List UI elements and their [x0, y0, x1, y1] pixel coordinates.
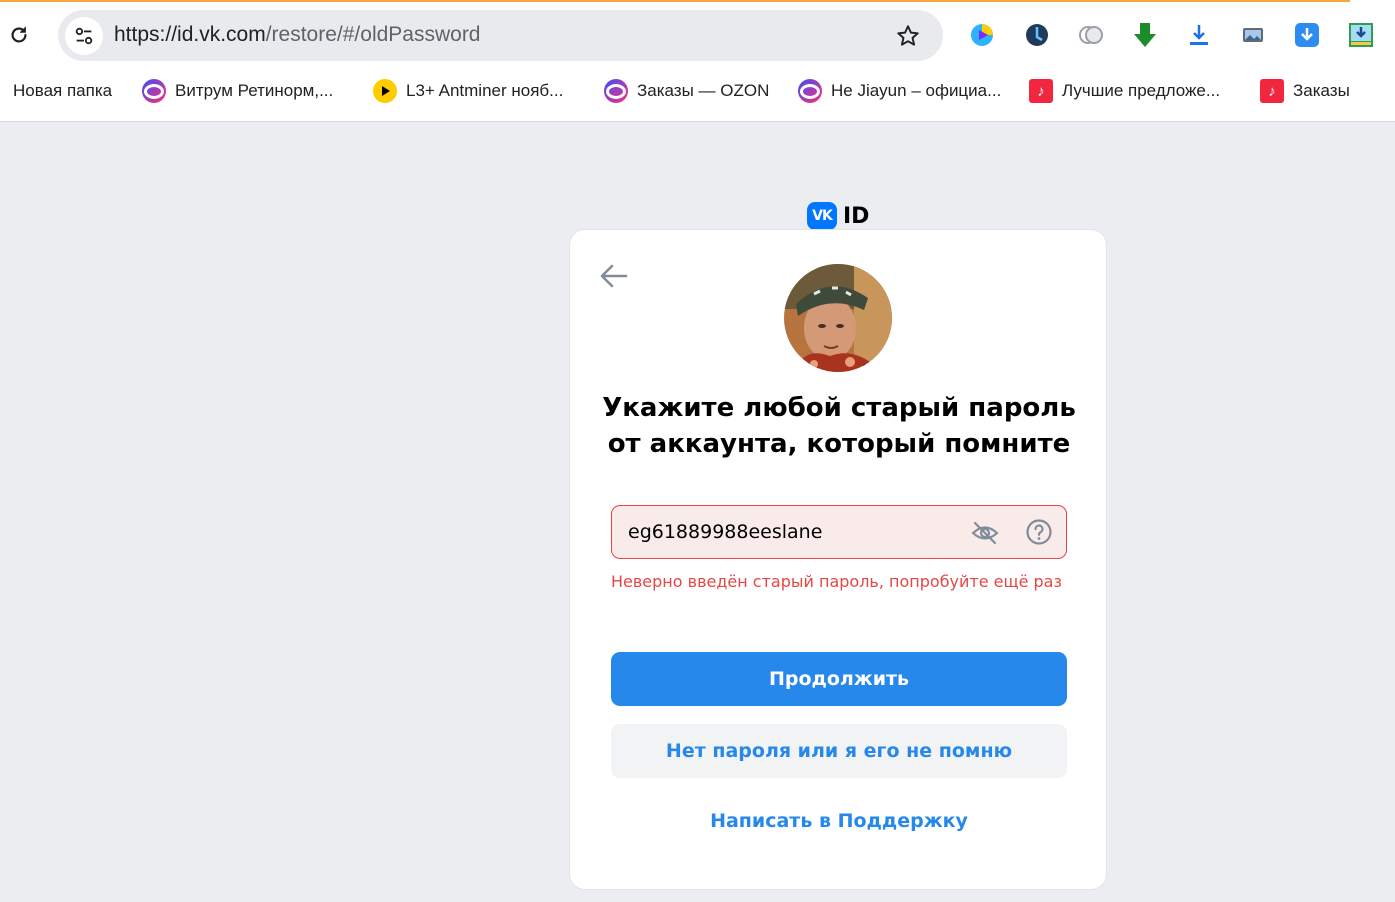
- bookmark-orders[interactable]: ♪ Заказы: [1260, 72, 1350, 110]
- bookmark-jiayun[interactable]: Не Jiayun – официа...: [798, 72, 1001, 110]
- bookmark-ozon-orders[interactable]: Заказы — OZON: [604, 72, 769, 110]
- grey-puzzle-extension-icon[interactable]: [1076, 20, 1106, 50]
- mvideo-icon: ♪: [1260, 79, 1284, 103]
- site-info-icon[interactable]: [65, 17, 103, 55]
- bookmark-antminer[interactable]: L3+ Antminer нояб...: [373, 72, 563, 110]
- bookmark-label: L3+ Antminer нояб...: [406, 81, 564, 100]
- password-value: eg61889988eeslane: [628, 521, 823, 543]
- continue-button[interactable]: Продолжить: [611, 652, 1067, 706]
- back-arrow-icon[interactable]: [596, 258, 632, 294]
- vk-logo-text: ID: [843, 203, 870, 229]
- old-password-input[interactable]: eg61889988eeslane: [611, 505, 1067, 559]
- download-tray-icon[interactable]: [1184, 20, 1214, 50]
- bookmark-label: Витрум Ретинорм,...: [175, 81, 334, 100]
- address-bar[interactable]: https://id.vk.com/restore/#/oldPassword: [58, 10, 943, 61]
- bookmark-label: Не Jiayun – официа...: [831, 81, 1002, 100]
- bookmark-label: Заказы — OZON: [637, 81, 770, 100]
- bookmark-new-folder[interactable]: Новая папка: [13, 72, 112, 110]
- bookmark-label: Лучшие предложе...: [1062, 81, 1221, 100]
- vk-logo-square: VK: [807, 202, 837, 230]
- vk-id-logo: VK ID: [807, 202, 869, 230]
- url-host: https://id.vk.com: [114, 23, 266, 46]
- ozon-icon: [142, 79, 166, 103]
- colorful-extension-icon[interactable]: [967, 20, 997, 50]
- bookmark-star-icon[interactable]: [895, 23, 921, 49]
- hide-password-eye-icon[interactable]: [970, 518, 1000, 548]
- bookmarks-bar: Новая папка Витрум Ретинорм,... L3+ Antm…: [0, 72, 1395, 110]
- page-title: Укажите любой старый пароль от аккаунта,…: [602, 393, 1076, 459]
- ozon-icon: [604, 79, 628, 103]
- reload-icon[interactable]: [8, 24, 30, 46]
- avatar: [784, 264, 892, 372]
- top-accent-bar: [0, 0, 1350, 2]
- restore-card: Укажите любой старый пароль от аккаунта,…: [569, 229, 1107, 890]
- green-download-arrow-icon[interactable]: [1130, 20, 1160, 50]
- play-icon: [373, 79, 397, 103]
- blue-download-icon[interactable]: [1292, 20, 1322, 50]
- dark-circle-extension-icon[interactable]: [1022, 20, 1052, 50]
- support-link[interactable]: Написать в Поддержку: [570, 810, 1108, 832]
- ozon-icon: [798, 79, 822, 103]
- image-download-icon[interactable]: [1346, 20, 1376, 50]
- url-text[interactable]: https://id.vk.com/restore/#/oldPassword: [114, 23, 481, 47]
- bookmark-best-offers[interactable]: ♪ Лучшие предложе...: [1029, 72, 1220, 110]
- mvideo-icon: ♪: [1029, 79, 1053, 103]
- bookmark-label: Новая папка: [13, 81, 113, 100]
- bookmark-label: Заказы: [1293, 81, 1350, 100]
- bookmark-vitrum[interactable]: Витрум Ретинорм,...: [142, 72, 333, 110]
- browser-chrome: https://id.vk.com/restore/#/oldPassword: [0, 0, 1395, 122]
- url-path: /restore/#/oldPassword: [265, 23, 481, 46]
- error-message: Неверно введён старый пароль, попробуйте…: [611, 572, 1062, 591]
- help-question-icon[interactable]: [1025, 518, 1053, 546]
- no-password-button[interactable]: Нет пароля или я его не помню: [611, 724, 1067, 778]
- picture-extension-icon[interactable]: [1238, 20, 1268, 50]
